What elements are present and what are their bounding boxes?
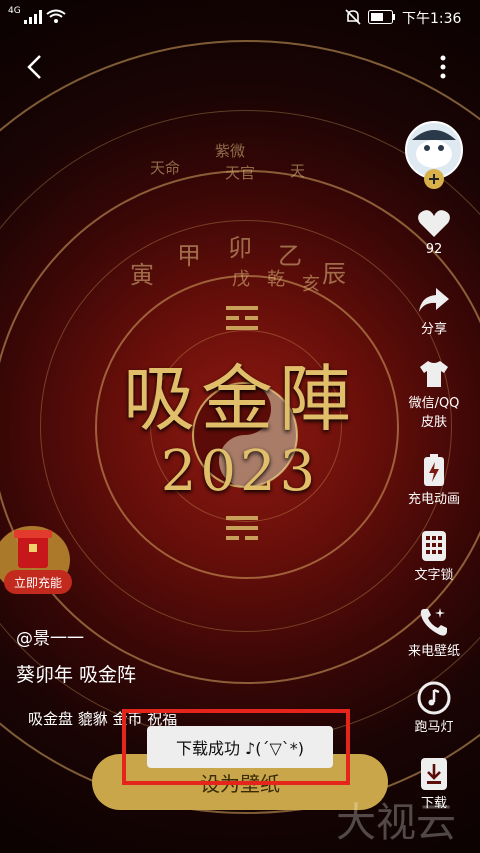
share-button[interactable]: 分享 (388, 282, 480, 337)
author-avatar[interactable] (388, 120, 480, 189)
promo-label: 立即充能 (4, 570, 72, 594)
mute-bell-icon (345, 9, 361, 25)
clock: 下午1:36 (402, 11, 462, 27)
like-count: 92 (425, 242, 443, 257)
music-disc-icon (417, 681, 451, 715)
battery-icon (368, 10, 395, 24)
shirt-icon (420, 361, 448, 387)
marquee-label: 跑马灯 (414, 720, 454, 735)
promo-badge[interactable]: 立即充能 (0, 520, 80, 596)
trigram-bottom-icon (226, 516, 258, 540)
charging-animation-label: 充电动画 (407, 492, 460, 507)
like-button[interactable]: 92 (388, 206, 480, 257)
wechat-qq-skin-button[interactable]: 微信/QQ 皮肤 (388, 356, 480, 430)
keypad-icon (422, 531, 446, 561)
call-wallpaper-button[interactable]: 来电壁纸 (388, 604, 480, 659)
trigram-top-icon (226, 306, 258, 330)
follow-plus-icon[interactable] (423, 168, 445, 190)
glyph-inner: 戊 (232, 269, 250, 290)
more-options-icon[interactable] (436, 53, 450, 81)
glyph-inner: 乾 (267, 269, 285, 290)
download-icon (421, 758, 447, 790)
call-wallpaper-label: 来电壁纸 (407, 644, 460, 659)
wechat-qq-label: 微信/QQ (408, 396, 460, 411)
skin-label: 皮肤 (420, 415, 447, 430)
glyph-inner: 辰 (322, 260, 346, 288)
glyph-inner: 寅 (130, 261, 154, 289)
glyph-inner: 亥 (302, 274, 320, 295)
glyph-outer: 天官 (225, 164, 256, 182)
share-arrow-icon (419, 288, 449, 312)
glyph-inner: 卯 (228, 234, 252, 262)
glyph-outer: 天 (290, 162, 306, 180)
marquee-button[interactable]: 跑马灯 (388, 680, 480, 735)
battery-charge-icon (424, 454, 444, 486)
top-bar (0, 40, 480, 90)
status-bar: 4G 下午1:36 (0, 0, 480, 34)
signal-icon (24, 10, 42, 24)
share-label: 分享 (420, 322, 447, 337)
text-lock-button[interactable]: 文字锁 (388, 528, 480, 583)
back-arrow-icon[interactable] (24, 53, 44, 81)
glyph-inner: 甲 (177, 242, 201, 270)
phone-icon (420, 608, 447, 636)
heart-icon (418, 210, 450, 237)
highlight-box (122, 709, 350, 785)
watermark: 大视云 (336, 800, 456, 846)
post-title: 葵卯年 吸金阵 (16, 664, 137, 686)
wifi-icon (46, 9, 66, 23)
text-lock-label: 文字锁 (414, 568, 454, 583)
post-author[interactable]: @景一一 (16, 624, 84, 649)
charging-animation-button[interactable]: 充电动画 (388, 452, 480, 507)
glyph-outer: 天命 (150, 159, 181, 177)
glyph-outer: 紫微 (215, 142, 246, 160)
network-type: 4G (8, 6, 21, 16)
